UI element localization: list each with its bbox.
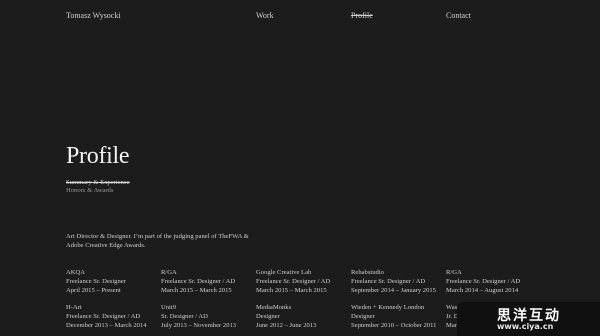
site-name-link[interactable]: Tomasz Wysocki xyxy=(66,11,121,20)
job-company: R/GA xyxy=(446,269,462,276)
job-company: H-Art xyxy=(66,304,82,311)
job-dates: September 2010 – October 2011 xyxy=(351,322,437,329)
job-company: AKQA xyxy=(66,269,86,276)
job-company: Unit9 xyxy=(161,304,177,311)
job-dates: July 2013 – November 2013 xyxy=(161,322,237,329)
job-role: Freelance Sr. Designer / AD xyxy=(161,278,236,285)
job-role: Designer xyxy=(351,313,375,320)
job-entry: R/GA Freelance Sr. Designer / AD March 2… xyxy=(161,268,235,295)
subnav-summary[interactable]: Summary & Experience xyxy=(66,179,130,186)
job-entry: AKQA Freelance Sr. Designer April 2015 –… xyxy=(66,268,126,295)
bio-text: Art Director & Designer. I’m part of the… xyxy=(66,233,249,249)
nav-profile[interactable]: Profile xyxy=(351,11,373,20)
job-company: Wieden + Kennedy London xyxy=(351,304,425,311)
subnav-honors[interactable]: Honors & Awards xyxy=(66,187,113,194)
job-role: Freelance Sr. Designer / AD xyxy=(256,278,331,285)
job-dates: April 2015 – Present xyxy=(66,287,121,294)
job-role: Sr. Designer / AD xyxy=(161,313,208,320)
job-role: Freelance Sr. Designer / AD xyxy=(446,278,521,285)
job-role: Freelance Sr. Designer / AD xyxy=(66,313,141,320)
watermark-url: www.ciya.cn xyxy=(497,322,554,331)
job-entry: Unit9 Sr. Designer / AD July 2013 – Nove… xyxy=(161,303,236,330)
job-entry: H-Art Freelance Sr. Designer / AD Decemb… xyxy=(66,303,147,330)
job-entry: Rehabstudio Freelance Sr. Designer / AD … xyxy=(351,268,436,295)
job-dates: March 2015 – March 2015 xyxy=(161,287,232,294)
job-dates: June 2012 – June 2013 xyxy=(256,322,317,329)
job-company: Rehabstudio xyxy=(351,269,384,276)
job-role: Freelance Sr. Designer / AD xyxy=(351,278,426,285)
job-entry: R/GA Freelance Sr. Designer / AD March 2… xyxy=(446,268,520,295)
job-dates: March 2014 – August 2014 xyxy=(446,287,519,294)
job-entry: MediaMonks Designer June 2012 – June 201… xyxy=(256,303,316,330)
job-role: Freelance Sr. Designer xyxy=(66,278,126,285)
page-title: Profile xyxy=(66,143,130,169)
job-dates: September 2014 – January 2015 xyxy=(351,287,436,294)
job-entry: Google Creative Lab Freelance Sr. Design… xyxy=(256,268,330,295)
nav-contact[interactable]: Contact xyxy=(446,11,471,20)
watermark-overlay: 思洋互动 www.ciya.cn xyxy=(457,302,600,336)
job-dates: December 2013 – March 2014 xyxy=(66,322,147,329)
job-dates: March 2015 – March 2015 xyxy=(256,287,327,294)
job-role: Designer xyxy=(256,313,280,320)
job-company: MediaMonks xyxy=(256,304,292,311)
nav-work[interactable]: Work xyxy=(256,11,274,20)
job-entry: Wieden + Kennedy London Designer Septemb… xyxy=(351,303,436,330)
job-company: Google Creative Lab xyxy=(256,269,312,276)
job-company: R/GA xyxy=(161,269,177,276)
